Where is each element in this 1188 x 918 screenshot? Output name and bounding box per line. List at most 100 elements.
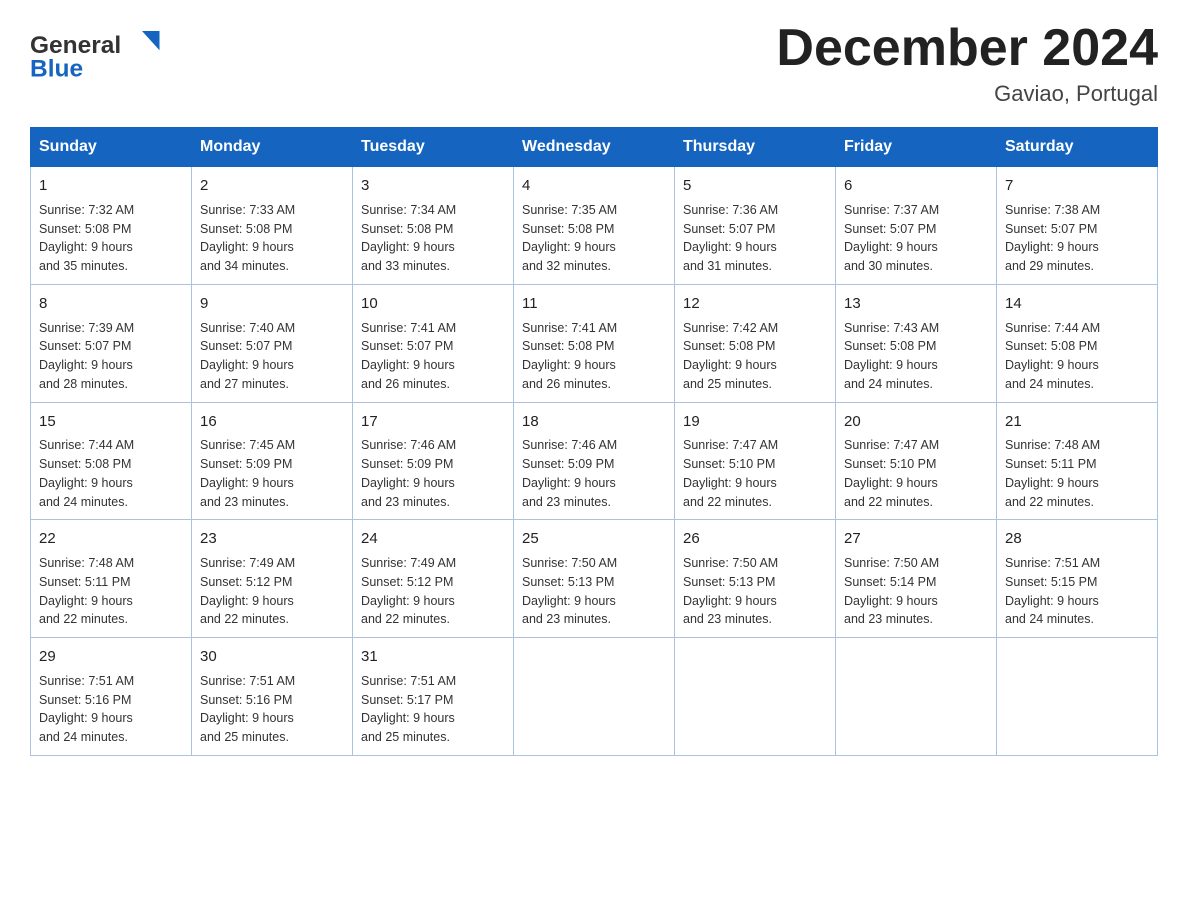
day-info: Sunrise: 7:50 AMSunset: 5:13 PMDaylight:… <box>522 554 666 629</box>
calendar-cell: 28 Sunrise: 7:51 AMSunset: 5:15 PMDayligh… <box>997 520 1158 638</box>
calendar-cell: 11 Sunrise: 7:41 AMSunset: 5:08 PMDayligh… <box>514 284 675 402</box>
day-info: Sunrise: 7:43 AMSunset: 5:08 PMDaylight:… <box>844 319 988 394</box>
day-info: Sunrise: 7:51 AMSunset: 5:16 PMDaylight:… <box>200 672 344 747</box>
calendar-week-row: 15Sunrise: 7:44 AMSunset: 5:08 PMDayligh… <box>31 402 1158 520</box>
svg-text:Blue: Blue <box>30 55 83 82</box>
day-info: Sunrise: 7:48 AMSunset: 5:11 PMDaylight:… <box>39 554 183 629</box>
calendar-cell <box>514 638 675 756</box>
calendar-cell: 1Sunrise: 7:32 AMSunset: 5:08 PMDaylight… <box>31 167 192 285</box>
day-info: Sunrise: 7:35 AMSunset: 5:08 PMDaylight:… <box>522 201 666 276</box>
day-info: Sunrise: 7:49 AMSunset: 5:12 PMDaylight:… <box>361 554 505 629</box>
col-header-tuesday: Tuesday <box>353 128 514 167</box>
day-info: Sunrise: 7:50 AMSunset: 5:13 PMDaylight:… <box>683 554 827 629</box>
calendar-cell: 21 Sunrise: 7:48 AMSunset: 5:11 PMDayligh… <box>997 402 1158 520</box>
day-number: 25 <box>522 528 666 550</box>
day-info: Sunrise: 7:39 AMSunset: 5:07 PMDaylight:… <box>39 319 183 394</box>
day-info: Sunrise: 7:41 AMSunset: 5:08 PMDaylight:… <box>522 319 666 394</box>
calendar-cell: 9 Sunrise: 7:40 AMSunset: 5:07 PMDaylight… <box>192 284 353 402</box>
day-info: Sunrise: 7:37 AMSunset: 5:07 PMDaylight:… <box>844 201 988 276</box>
logo-svg: General Blue <box>30 20 170 90</box>
calendar-cell: 6Sunrise: 7:37 AMSunset: 5:07 PMDaylight… <box>836 167 997 285</box>
day-info: Sunrise: 7:44 AMSunset: 5:08 PMDaylight:… <box>39 436 183 511</box>
day-number: 28 <box>1005 528 1149 550</box>
day-info: Sunrise: 7:47 AMSunset: 5:10 PMDaylight:… <box>844 436 988 511</box>
calendar-header-row: SundayMondayTuesdayWednesdayThursdayFrid… <box>31 128 1158 167</box>
day-info: Sunrise: 7:47 AMSunset: 5:10 PMDaylight:… <box>683 436 827 511</box>
calendar-cell: 16 Sunrise: 7:45 AMSunset: 5:09 PMDayligh… <box>192 402 353 520</box>
day-number: 4 <box>522 175 666 197</box>
calendar-cell: 19 Sunrise: 7:47 AMSunset: 5:10 PMDayligh… <box>675 402 836 520</box>
day-info: Sunrise: 7:50 AMSunset: 5:14 PMDaylight:… <box>844 554 988 629</box>
day-number: 19 <box>683 411 827 433</box>
day-info: Sunrise: 7:40 AMSunset: 5:07 PMDaylight:… <box>200 319 344 394</box>
day-number: 13 <box>844 293 988 315</box>
location-subtitle: Gaviao, Portugal <box>776 81 1158 107</box>
day-info: Sunrise: 7:36 AMSunset: 5:07 PMDaylight:… <box>683 201 827 276</box>
day-number: 11 <box>522 293 666 315</box>
day-number: 24 <box>361 528 505 550</box>
day-info: Sunrise: 7:41 AMSunset: 5:07 PMDaylight:… <box>361 319 505 394</box>
calendar-cell: 20 Sunrise: 7:47 AMSunset: 5:10 PMDayligh… <box>836 402 997 520</box>
day-number: 22 <box>39 528 183 550</box>
day-number: 12 <box>683 293 827 315</box>
calendar-week-row: 1Sunrise: 7:32 AMSunset: 5:08 PMDaylight… <box>31 167 1158 285</box>
day-number: 20 <box>844 411 988 433</box>
logo-area: General Blue <box>30 20 170 90</box>
day-info: Sunrise: 7:51 AMSunset: 5:16 PMDaylight:… <box>39 672 183 747</box>
calendar-cell: 23 Sunrise: 7:49 AMSunset: 5:12 PMDayligh… <box>192 520 353 638</box>
day-number: 5 <box>683 175 827 197</box>
col-header-monday: Monday <box>192 128 353 167</box>
calendar-cell: 31 Sunrise: 7:51 AMSunset: 5:17 PMDayligh… <box>353 638 514 756</box>
col-header-sunday: Sunday <box>31 128 192 167</box>
calendar-cell: 25 Sunrise: 7:50 AMSunset: 5:13 PMDayligh… <box>514 520 675 638</box>
month-title: December 2024 <box>776 20 1158 77</box>
day-number: 30 <box>200 646 344 668</box>
day-number: 7 <box>1005 175 1149 197</box>
day-number: 14 <box>1005 293 1149 315</box>
day-info: Sunrise: 7:51 AMSunset: 5:15 PMDaylight:… <box>1005 554 1149 629</box>
day-info: Sunrise: 7:51 AMSunset: 5:17 PMDaylight:… <box>361 672 505 747</box>
calendar-cell: 13 Sunrise: 7:43 AMSunset: 5:08 PMDayligh… <box>836 284 997 402</box>
calendar-cell: 22 Sunrise: 7:48 AMSunset: 5:11 PMDayligh… <box>31 520 192 638</box>
day-number: 18 <box>522 411 666 433</box>
day-info: Sunrise: 7:32 AMSunset: 5:08 PMDaylight:… <box>39 201 183 276</box>
calendar-cell: 15Sunrise: 7:44 AMSunset: 5:08 PMDayligh… <box>31 402 192 520</box>
day-number: 31 <box>361 646 505 668</box>
day-info: Sunrise: 7:44 AMSunset: 5:08 PMDaylight:… <box>1005 319 1149 394</box>
col-header-saturday: Saturday <box>997 128 1158 167</box>
day-number: 9 <box>200 293 344 315</box>
day-number: 8 <box>39 293 183 315</box>
calendar-cell: 5 Sunrise: 7:36 AMSunset: 5:07 PMDaylight… <box>675 167 836 285</box>
day-number: 29 <box>39 646 183 668</box>
day-number: 23 <box>200 528 344 550</box>
day-number: 17 <box>361 411 505 433</box>
calendar-week-row: 22 Sunrise: 7:48 AMSunset: 5:11 PMDayligh… <box>31 520 1158 638</box>
day-info: Sunrise: 7:49 AMSunset: 5:12 PMDaylight:… <box>200 554 344 629</box>
calendar-cell <box>675 638 836 756</box>
day-number: 10 <box>361 293 505 315</box>
day-number: 21 <box>1005 411 1149 433</box>
calendar-cell: 7Sunrise: 7:38 AMSunset: 5:07 PMDaylight… <box>997 167 1158 285</box>
day-number: 26 <box>683 528 827 550</box>
col-header-friday: Friday <box>836 128 997 167</box>
day-number: 2 <box>200 175 344 197</box>
day-number: 27 <box>844 528 988 550</box>
calendar-cell: 10 Sunrise: 7:41 AMSunset: 5:07 PMDayligh… <box>353 284 514 402</box>
day-info: Sunrise: 7:48 AMSunset: 5:11 PMDaylight:… <box>1005 436 1149 511</box>
calendar-week-row: 8 Sunrise: 7:39 AMSunset: 5:07 PMDaylight… <box>31 284 1158 402</box>
calendar-week-row: 29 Sunrise: 7:51 AMSunset: 5:16 PMDayligh… <box>31 638 1158 756</box>
calendar-cell: 26 Sunrise: 7:50 AMSunset: 5:13 PMDayligh… <box>675 520 836 638</box>
calendar-cell: 12 Sunrise: 7:42 AMSunset: 5:08 PMDayligh… <box>675 284 836 402</box>
calendar-cell: 8 Sunrise: 7:39 AMSunset: 5:07 PMDaylight… <box>31 284 192 402</box>
day-info: Sunrise: 7:33 AMSunset: 5:08 PMDaylight:… <box>200 201 344 276</box>
calendar-cell: 29 Sunrise: 7:51 AMSunset: 5:16 PMDayligh… <box>31 638 192 756</box>
col-header-thursday: Thursday <box>675 128 836 167</box>
calendar-cell: 14 Sunrise: 7:44 AMSunset: 5:08 PMDayligh… <box>997 284 1158 402</box>
day-info: Sunrise: 7:46 AMSunset: 5:09 PMDaylight:… <box>361 436 505 511</box>
calendar-cell: 4 Sunrise: 7:35 AMSunset: 5:08 PMDaylight… <box>514 167 675 285</box>
calendar-table: SundayMondayTuesdayWednesdayThursdayFrid… <box>30 127 1158 756</box>
day-number: 16 <box>200 411 344 433</box>
day-info: Sunrise: 7:45 AMSunset: 5:09 PMDaylight:… <box>200 436 344 511</box>
calendar-cell: 18Sunrise: 7:46 AMSunset: 5:09 PMDayligh… <box>514 402 675 520</box>
day-info: Sunrise: 7:42 AMSunset: 5:08 PMDaylight:… <box>683 319 827 394</box>
